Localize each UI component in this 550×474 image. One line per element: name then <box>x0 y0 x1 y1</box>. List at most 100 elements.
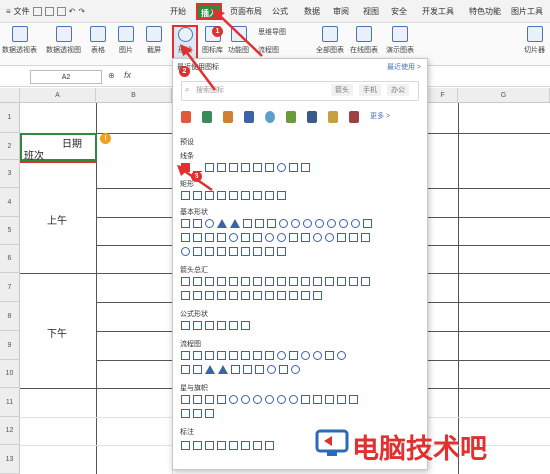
basic-shape[interactable] <box>337 233 346 242</box>
basic-shape[interactable] <box>253 233 262 242</box>
chip-office[interactable]: 办公 <box>387 84 409 96</box>
redo-icon[interactable]: ↷ <box>78 7 85 16</box>
row-header-10[interactable]: 10 <box>0 360 20 388</box>
pivot-table-button[interactable]: 数据透视表 <box>2 26 37 55</box>
basic-shape[interactable] <box>313 233 322 242</box>
basic-shape[interactable] <box>229 247 238 256</box>
star-shape[interactable] <box>253 395 262 404</box>
tab-view[interactable]: 视图 <box>363 6 379 17</box>
flowchart-shape[interactable] <box>205 351 214 360</box>
arrow-shape[interactable] <box>205 291 214 300</box>
col-header-g[interactable]: G <box>458 88 550 103</box>
arrow-shape[interactable] <box>349 277 358 286</box>
flowchart-shape[interactable] <box>181 351 190 360</box>
arrow-shape[interactable] <box>277 277 286 286</box>
arrow-shape[interactable] <box>241 291 250 300</box>
basic-shape[interactable] <box>351 219 360 228</box>
online-chart-button[interactable]: 在线图表 <box>350 26 378 55</box>
scribble-shape[interactable] <box>301 163 310 172</box>
more-icons-link[interactable]: 更多 > <box>370 111 390 123</box>
basic-shape[interactable] <box>327 219 336 228</box>
banner-shape[interactable] <box>205 409 214 418</box>
arrow-shape[interactable] <box>301 291 310 300</box>
star-shape[interactable] <box>181 395 190 404</box>
basic-shape[interactable] <box>243 219 252 228</box>
basic-shape[interactable] <box>363 219 372 228</box>
star-shape[interactable] <box>217 395 226 404</box>
arrow-shape[interactable] <box>229 277 238 286</box>
arrow-shape[interactable] <box>217 277 226 286</box>
flowchart-shape[interactable] <box>253 351 262 360</box>
callout-shape[interactable] <box>181 441 190 450</box>
flowchart-shape[interactable] <box>267 365 276 374</box>
row-header-1[interactable]: 1 <box>0 103 20 133</box>
star-shape[interactable] <box>229 395 238 404</box>
basic-shape[interactable] <box>303 219 312 228</box>
basic-shape[interactable] <box>181 219 190 228</box>
connector-shape[interactable] <box>217 163 226 172</box>
basic-shape[interactable] <box>349 233 358 242</box>
callout-shape[interactable] <box>229 441 238 450</box>
basic-shape[interactable] <box>267 219 276 228</box>
rect-shape[interactable] <box>181 191 190 200</box>
arrow-shape[interactable] <box>217 291 226 300</box>
basic-shape[interactable] <box>217 219 227 228</box>
arrow-shape[interactable] <box>193 277 202 286</box>
menu-icon[interactable]: ≡ <box>6 7 11 16</box>
zoom-icon[interactable]: ⊕ <box>108 71 115 80</box>
flowchart-shape[interactable] <box>289 351 298 360</box>
star-shape[interactable] <box>265 395 274 404</box>
arrow-shape[interactable] <box>361 277 370 286</box>
screenshot-button[interactable]: 截屏 <box>146 26 162 55</box>
slicer-button[interactable]: 切片器 <box>524 26 545 55</box>
row-header-13[interactable]: 13 <box>0 445 20 474</box>
flowchart-shape[interactable] <box>229 351 238 360</box>
row-header-2[interactable]: 2 <box>0 133 20 160</box>
flowchart-shape[interactable] <box>279 365 288 374</box>
icon-search-input[interactable]: 搜索图标 <box>181 81 419 101</box>
basic-shape[interactable] <box>181 233 190 242</box>
basic-shape[interactable] <box>301 233 310 242</box>
star-shape[interactable] <box>277 395 286 404</box>
recent-link[interactable]: 最近使用 > <box>387 62 421 72</box>
name-box[interactable]: A2 <box>30 70 102 84</box>
basic-shape[interactable] <box>181 247 190 256</box>
tab-home[interactable]: 开始 <box>170 6 186 17</box>
basic-shape[interactable] <box>230 219 240 228</box>
flowchart-shape[interactable] <box>301 351 310 360</box>
tab-features[interactable]: 特色功能 <box>469 6 501 17</box>
callout-shape[interactable] <box>265 441 274 450</box>
formula-shape[interactable] <box>229 321 238 330</box>
connector-shape[interactable] <box>265 163 274 172</box>
smart-tag-icon[interactable]: ! <box>100 133 111 144</box>
all-charts-button[interactable]: 全部图表 <box>316 26 344 55</box>
tab-developer[interactable]: 开发工具 <box>422 6 454 17</box>
money-icon[interactable] <box>202 111 212 123</box>
callout-shape[interactable] <box>193 441 202 450</box>
print-icon[interactable] <box>44 7 54 16</box>
flowchart-shape[interactable] <box>291 365 300 374</box>
flowchart-shape[interactable] <box>231 365 240 374</box>
tab-picture-tools[interactable]: 图片工具 <box>511 6 543 17</box>
arrow-shape[interactable] <box>205 277 214 286</box>
basic-shape[interactable] <box>193 247 202 256</box>
picture-button[interactable]: 图片 <box>118 26 134 55</box>
tab-insert[interactable]: 插入 <box>196 3 222 20</box>
basic-shape[interactable] <box>265 247 274 256</box>
arrow-shape[interactable] <box>337 277 346 286</box>
basic-shape[interactable] <box>315 219 324 228</box>
star-shape[interactable] <box>241 395 250 404</box>
table-button[interactable]: 表格 <box>90 26 106 55</box>
basic-shape[interactable] <box>361 233 370 242</box>
arrow-shape[interactable] <box>241 277 250 286</box>
flowchart-button[interactable]: 流程图 <box>258 45 279 55</box>
flowchart-shape[interactable] <box>243 365 252 374</box>
row-header-6[interactable]: 6 <box>0 245 20 273</box>
callout-shape[interactable] <box>241 441 250 450</box>
banner-shape[interactable] <box>349 395 358 404</box>
connector-shape[interactable] <box>253 163 262 172</box>
flower-icon[interactable] <box>286 111 296 123</box>
arrow-shape[interactable] <box>193 291 202 300</box>
basic-shape[interactable] <box>217 233 226 242</box>
corner-select-all[interactable] <box>0 88 20 103</box>
